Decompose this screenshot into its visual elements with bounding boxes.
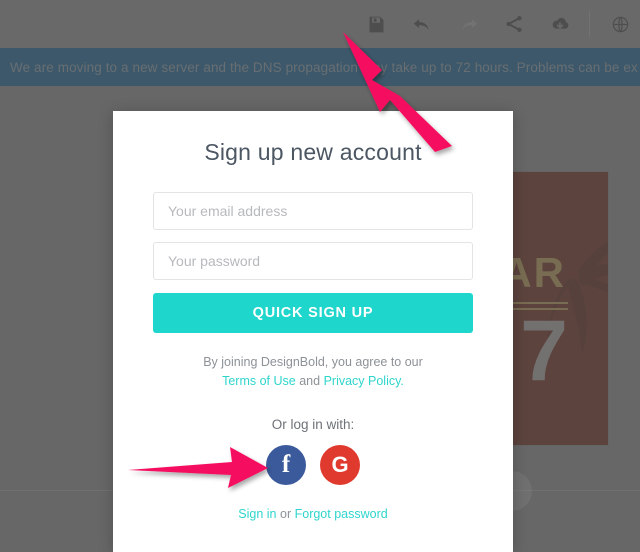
social-login-group: f G xyxy=(153,444,473,485)
google-icon: G xyxy=(331,451,349,477)
signup-form: QUICK SIGN UP By joining DesignBold, you… xyxy=(113,192,513,521)
google-login-button[interactable]: G xyxy=(320,444,360,485)
modal-title: Sign up new account xyxy=(204,139,422,165)
password-field[interactable] xyxy=(153,242,473,280)
terms-of-use-link[interactable]: Terms of Use xyxy=(222,374,296,388)
terms-conjunction-text: and xyxy=(299,373,321,388)
email-field[interactable] xyxy=(153,192,473,230)
signup-modal: Sign up new account QUICK SIGN UP By joi… xyxy=(113,111,513,552)
facebook-icon: f xyxy=(281,451,291,478)
sign-in-link[interactable]: Sign in xyxy=(238,507,276,521)
facebook-login-button[interactable]: f xyxy=(266,444,306,485)
quick-sign-up-button[interactable]: QUICK SIGN UP xyxy=(153,293,473,333)
footer-conjunction-text: or xyxy=(280,506,292,521)
terms-prefix-text: By joining DesignBold, you agree to our xyxy=(203,355,423,369)
or-login-label: Or log in with: xyxy=(271,416,355,432)
privacy-policy-link[interactable]: Privacy Policy. xyxy=(324,374,404,388)
app-root: ✳ ✳ ✳ ✳ ✳ ✳ 🌰 AR 7 xyxy=(0,0,640,552)
modal-footer-links: Sign in or Forgot password xyxy=(153,507,473,521)
terms-notice: By joining DesignBold, you agree to our … xyxy=(153,353,473,391)
forgot-password-link[interactable]: Forgot password xyxy=(295,507,388,521)
